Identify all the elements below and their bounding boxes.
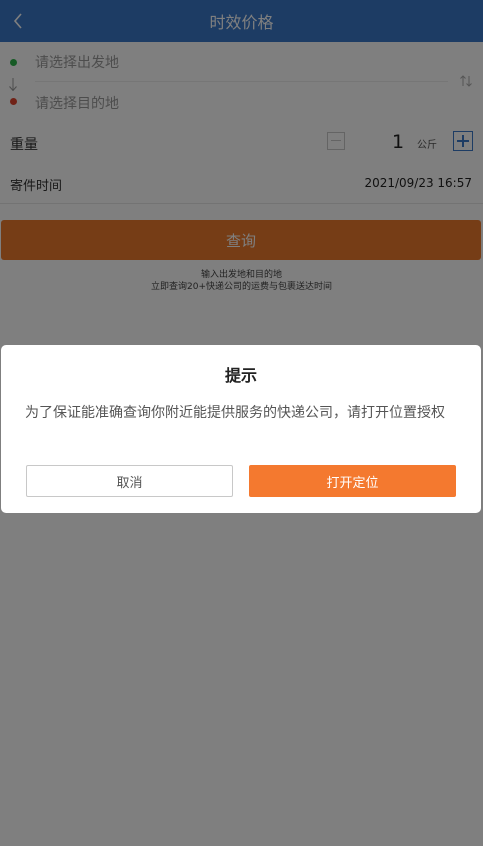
dialog-title: 提示 [224, 366, 257, 385]
location-permission-dialog: 提示 为了保证能准确查询你附近能提供服务的快递公司，请打开位置授权 取消 打开定… [1, 345, 481, 513]
cancel-button[interactable]: 取消 [26, 465, 233, 497]
enable-location-button[interactable]: 打开定位 [249, 465, 456, 497]
dialog-message: 为了保证能准确查询你附近能提供服务的快递公司，请打开位置授权 [25, 405, 445, 421]
